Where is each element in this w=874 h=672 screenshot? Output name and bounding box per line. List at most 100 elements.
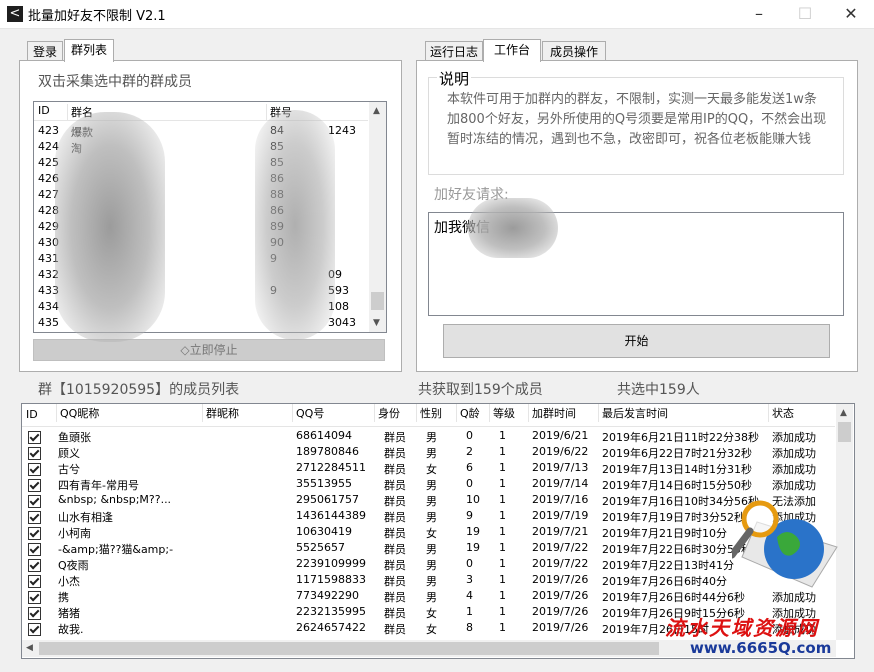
member-cell-nick: 小杰 xyxy=(58,575,80,588)
member-checkbox[interactable] xyxy=(28,542,41,556)
member-row[interactable]: -&amp;猫??猫&amp;- 5525657 群员 男 19 1 2019/7/22 20… xyxy=(22,540,835,556)
member-cell-qq: 2232135995 xyxy=(296,605,366,618)
scroll-thumb[interactable] xyxy=(371,292,384,310)
member-cell-qq: 10630419 xyxy=(296,525,352,538)
scroll-up-icon[interactable]: ▲ xyxy=(373,106,380,116)
member-cell-join: 2019/7/26 xyxy=(532,573,589,586)
privacy-blur xyxy=(55,112,165,342)
col-id[interactable]: ID xyxy=(38,104,50,117)
member-col-header[interactable]: ID xyxy=(26,408,38,421)
member-col-header[interactable]: 身份 xyxy=(374,404,400,422)
group-scrollbar[interactable]: ▲ ▼ xyxy=(369,102,386,332)
member-cell-qq: 1171598833 xyxy=(296,573,366,586)
member-checkbox[interactable] xyxy=(28,430,41,444)
member-cell-sex: 女 xyxy=(426,607,437,620)
scroll-down-icon[interactable]: ▼ xyxy=(373,318,380,328)
close-icon[interactable]: ✕ xyxy=(828,0,874,28)
member-cell-role: 群员 xyxy=(384,591,406,604)
member-cell-qq: 773492290 xyxy=(296,589,359,602)
member-cell-nick: 四有青年-常用号 xyxy=(58,479,139,492)
member-cell-level: 1 xyxy=(499,477,506,490)
member-cell-last: 2019年6月21日11时22分38秒 xyxy=(602,431,759,444)
member-cell-role: 群员 xyxy=(384,527,406,540)
member-col-header[interactable]: 状态 xyxy=(768,404,794,422)
member-cell-nick: -&amp;猫??猫&amp;- xyxy=(58,543,174,556)
minimize-icon[interactable]: – xyxy=(736,0,782,28)
member-cell-role: 群员 xyxy=(384,463,406,476)
member-cell-level: 1 xyxy=(499,525,506,538)
member-cell-age: 0 xyxy=(466,557,473,570)
member-col-header[interactable]: 性别 xyxy=(416,404,442,422)
scroll-thumb[interactable] xyxy=(838,422,851,442)
member-cell-role: 群员 xyxy=(384,431,406,444)
tab-login[interactable]: 登录 xyxy=(27,41,63,62)
member-checkbox[interactable] xyxy=(28,446,41,460)
member-row[interactable]: Q夜雨 2239109999 群员 男 0 1 2019/7/22 2019年7月22日13时… xyxy=(22,556,835,572)
maximize-icon[interactable]: ☐ xyxy=(782,0,828,28)
tab-run-log[interactable]: 运行日志 xyxy=(425,41,483,62)
member-checkbox[interactable] xyxy=(28,622,41,636)
member-cell-nick: &nbsp; &nbsp;M??... xyxy=(58,493,172,506)
member-cell-level: 1 xyxy=(499,589,506,602)
member-cell-age: 9 xyxy=(466,509,473,522)
group-cell-extra: 3043 xyxy=(328,316,356,329)
member-row[interactable]: 山水有相逢 1436144389 群员 男 9 1 2019/7/19 2019年7月19日7… xyxy=(22,508,835,524)
member-col-header[interactable]: QQ昵称 xyxy=(56,404,99,422)
member-checkbox[interactable] xyxy=(28,494,41,508)
member-cell-last: 2019年7月21日9时10分 xyxy=(602,527,727,540)
member-cell-join: 2019/7/26 xyxy=(532,605,589,618)
member-cell-sex: 女 xyxy=(426,623,437,636)
member-row[interactable]: 四有青年-常用号 35513955 群员 男 0 1 2019/7/14 2019年7月14日… xyxy=(22,476,835,492)
title-bar: < 批量加好友不限制 V2.1 – ☐ ✕ xyxy=(0,0,874,29)
member-cell-nick: 顾义 xyxy=(58,447,80,460)
stop-button[interactable]: ◇立即停止 xyxy=(33,339,385,361)
member-col-header[interactable]: QQ号 xyxy=(292,404,324,422)
member-row[interactable]: 携 773492290 群员 男 4 1 2019/7/26 2019年7月26日6时44分6… xyxy=(22,588,835,604)
tab-group-list[interactable]: 群列表 xyxy=(64,39,114,62)
member-row[interactable]: 古兮 2712284511 群员 女 6 1 2019/7/13 2019年7月13日14时1… xyxy=(22,460,835,476)
member-cell-nick: 小柯南 xyxy=(58,527,91,540)
member-cell-nick: 故我. xyxy=(58,623,84,636)
member-cell-role: 群员 xyxy=(384,575,406,588)
member-col-header[interactable]: 加群时间 xyxy=(528,404,576,422)
scroll-up-icon[interactable]: ▲ xyxy=(840,408,847,418)
tab-workbench[interactable]: 工作台 xyxy=(483,39,541,62)
member-cell-join: 2019/6/22 xyxy=(532,445,589,458)
member-checkbox[interactable] xyxy=(28,606,41,620)
member-checkbox[interactable] xyxy=(28,462,41,476)
member-row[interactable]: 鱼頭张 68614094 群员 男 0 1 2019/6/21 2019年6月21日11时22… xyxy=(22,428,835,444)
member-col-header[interactable]: 群昵称 xyxy=(202,404,239,422)
member-col-header[interactable]: Q龄 xyxy=(456,404,480,422)
member-cell-role: 群员 xyxy=(384,447,406,460)
back-arrow-icon[interactable]: < xyxy=(7,6,23,22)
member-cell-nick: 鱼頭张 xyxy=(58,431,91,444)
member-checkbox[interactable] xyxy=(28,478,41,492)
start-button[interactable]: 开始 xyxy=(443,324,830,358)
privacy-blur xyxy=(468,198,558,258)
member-checkbox[interactable] xyxy=(28,574,41,588)
member-checkbox[interactable] xyxy=(28,590,41,604)
member-row[interactable]: 小杰 1171598833 群员 男 3 1 2019/7/26 2019年7月26日6时40… xyxy=(22,572,835,588)
member-row[interactable]: &nbsp; &nbsp;M??... 295061757 群员 男 10 1 2019/7… xyxy=(22,492,835,508)
member-col-header[interactable]: 等级 xyxy=(489,404,515,422)
member-cell-join: 2019/7/16 xyxy=(532,493,589,506)
member-cell-qq: 35513955 xyxy=(296,477,352,490)
member-row[interactable]: 小柯南 10630419 群员 女 19 1 2019/7/21 2019年7月21日9时10… xyxy=(22,524,835,540)
member-cell-sex: 男 xyxy=(426,447,437,460)
member-checkbox[interactable] xyxy=(28,558,41,572)
member-cell-join: 2019/7/13 xyxy=(532,461,589,474)
member-cell-state: 添加成功 xyxy=(772,447,816,460)
hscroll-thumb[interactable] xyxy=(39,642,659,655)
member-cell-join: 2019/7/22 xyxy=(532,557,589,570)
member-cell-age: 3 xyxy=(466,573,473,586)
member-cell-level: 1 xyxy=(499,493,506,506)
member-cell-age: 19 xyxy=(466,541,480,554)
member-checkbox[interactable] xyxy=(28,526,41,540)
member-row[interactable]: 顾义 189780846 群员 男 2 1 2019/6/22 2019年6月22日7时21分… xyxy=(22,444,835,460)
tab-member-ops[interactable]: 成员操作 xyxy=(542,41,606,62)
member-checkbox[interactable] xyxy=(28,510,41,524)
member-cell-level: 1 xyxy=(499,461,506,474)
member-col-header[interactable]: 最后发言时间 xyxy=(598,404,668,422)
scroll-left-icon[interactable]: ◀ xyxy=(26,643,33,653)
member-cell-qq: 2624657422 xyxy=(296,621,366,634)
